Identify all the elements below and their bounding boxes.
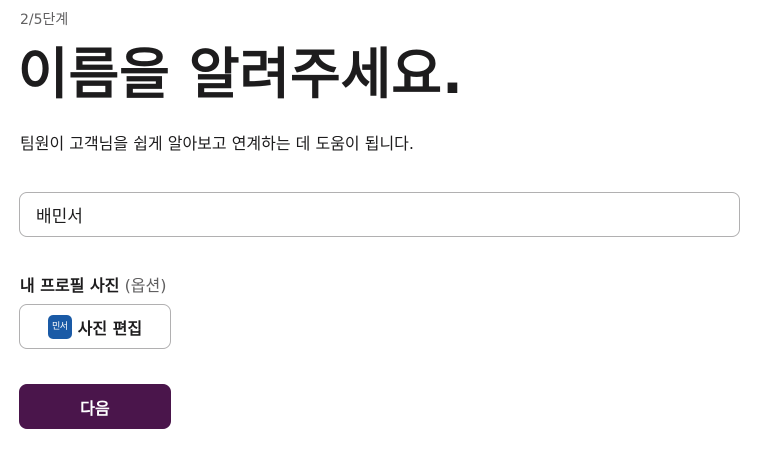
edit-photo-button-label: 사진 편집 (77, 318, 143, 338)
avatar: 민서 (47, 314, 72, 339)
step-indicator: 2/5단계 (20, 12, 69, 28)
profile-photo-label: 내 프로필 사진 (옵션) (20, 274, 167, 298)
edit-photo-button[interactable]: 민서 사진 편집 (19, 304, 171, 349)
optional-label: (옵션) (124, 276, 167, 295)
name-input[interactable] (19, 192, 740, 237)
page-title: 이름을 알려주세요. (18, 42, 463, 106)
page-subtitle: 팀원이 고객님을 쉽게 알아보고 연계하는 데 도움이 됩니다. (20, 134, 414, 153)
next-button[interactable]: 다음 (19, 384, 171, 429)
profile-photo-label-text: 내 프로필 사진 (20, 276, 120, 295)
